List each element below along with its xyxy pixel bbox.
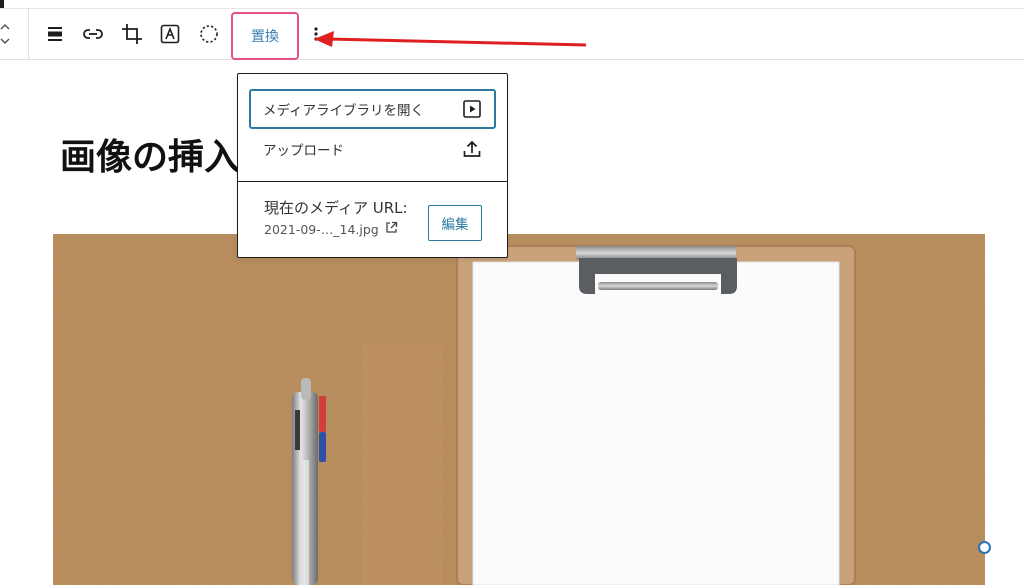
- editor-page: 置換 画像の挿入 メディアライブラリを開く アップロード 現在のメディア URL…: [0, 0, 1024, 585]
- crop-icon[interactable]: [119, 21, 145, 47]
- toolbar-separator: [28, 9, 29, 59]
- upload-label: アップロード: [263, 143, 344, 159]
- edit-media-button[interactable]: 編集: [428, 205, 482, 241]
- link-icon[interactable]: [80, 21, 106, 47]
- replace-button-label: 置換: [251, 29, 279, 45]
- page-heading[interactable]: 画像の挿入: [60, 128, 240, 180]
- media-library-icon: [462, 99, 482, 119]
- move-up-down-icon[interactable]: [0, 21, 14, 47]
- annotation-arrow: [314, 31, 587, 47]
- image-block[interactable]: [53, 234, 985, 585]
- open-media-library-item[interactable]: メディアライブラリを開く: [249, 89, 496, 129]
- align-icon[interactable]: [42, 21, 68, 47]
- replace-dropdown: メディアライブラリを開く アップロード 現在のメディア URL: 2021-09…: [237, 73, 508, 258]
- current-media-link[interactable]: 2021-09-…_14.jpg: [264, 221, 398, 237]
- upload-icon: [462, 139, 482, 159]
- current-media-label: 現在のメディア URL:: [264, 199, 408, 217]
- current-media-filename: 2021-09-…_14.jpg: [264, 221, 379, 237]
- replace-button[interactable]: 置換: [231, 12, 299, 60]
- dropdown-divider: [238, 181, 507, 182]
- edit-media-label: 編集: [441, 217, 469, 233]
- open-media-library-label: メディアライブラリを開く: [263, 103, 425, 119]
- upload-item[interactable]: アップロード: [249, 129, 496, 169]
- image-resize-handle[interactable]: [978, 541, 991, 554]
- external-link-icon: [385, 221, 398, 237]
- cork-board-photo: [53, 234, 985, 585]
- top-edge-marker: [0, 0, 4, 8]
- select-circle-icon[interactable]: [196, 21, 222, 47]
- text-overlay-icon[interactable]: [157, 21, 183, 47]
